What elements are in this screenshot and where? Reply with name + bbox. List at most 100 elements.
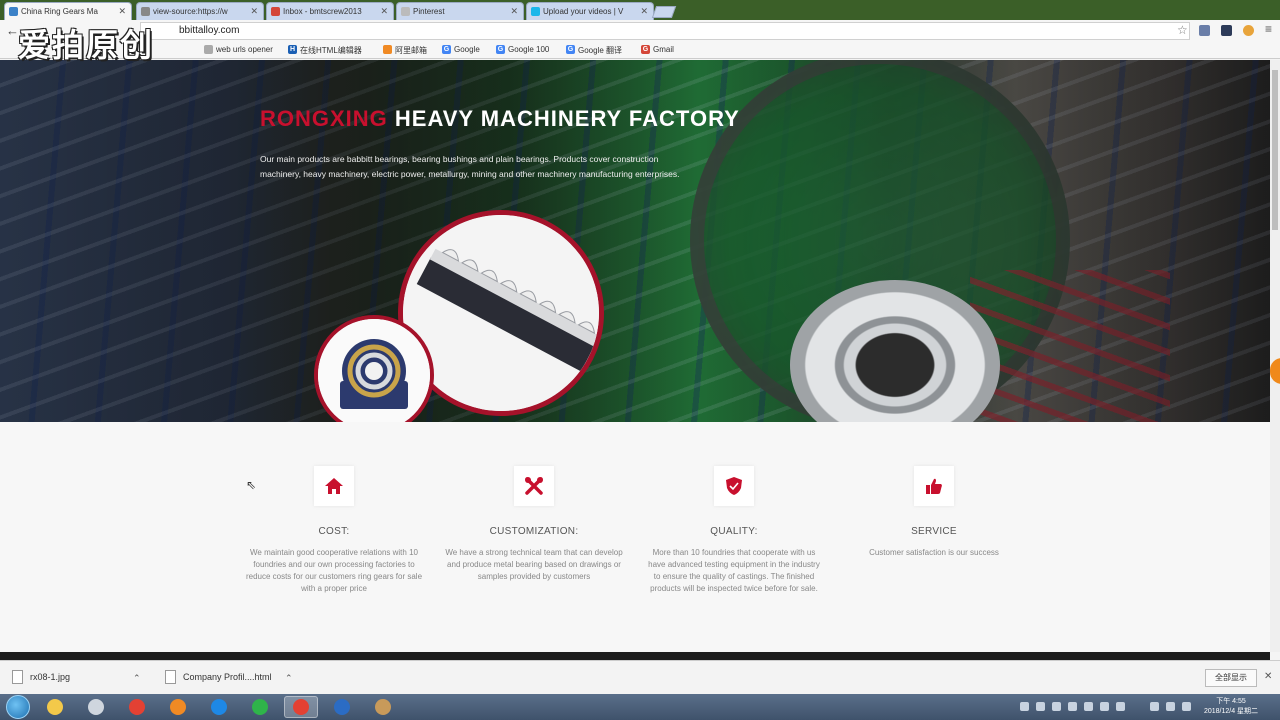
- bookmark-label: web urls opener: [216, 45, 273, 54]
- download-item[interactable]: rx08-1.jpg: [12, 670, 71, 684]
- feature-title: QUALITY:: [710, 526, 758, 537]
- download-item[interactable]: Company Profil....html: [165, 670, 272, 684]
- browser-toolbar: ← bbittalloy.com ☆ ≡: [0, 20, 1280, 42]
- shield-icon: [726, 477, 742, 495]
- app-green-icon: [252, 699, 268, 715]
- close-tab-icon[interactable]: ✕: [510, 6, 518, 17]
- bookmark-label: Google 翻译: [578, 46, 623, 55]
- taskbar-app-word[interactable]: [325, 696, 359, 718]
- bookmark-item[interactable]: 阿里邮箱: [383, 45, 427, 56]
- app-s-icon: [211, 699, 227, 715]
- tab-favicon-icon: [141, 7, 150, 16]
- show-all-downloads-button[interactable]: 全部显示: [1205, 669, 1257, 687]
- tray-icon[interactable]: [1020, 702, 1029, 711]
- bookmarks-bar: web urls opener H 在线HTML编辑器 阿里邮箱 G Google …: [0, 42, 1280, 59]
- taskbar-app-firefox[interactable]: [161, 696, 195, 718]
- feature-icon-box: [714, 466, 754, 506]
- start-button[interactable]: [6, 695, 30, 719]
- bookmark-icon: H: [288, 45, 297, 54]
- bookmark-item[interactable]: G Google: [442, 45, 480, 54]
- taskbar-app-media[interactable]: [366, 696, 400, 718]
- tab-title: China Ring Gears Ma: [21, 7, 98, 16]
- network-icon[interactable]: [1166, 702, 1175, 711]
- tab-favicon-icon: [271, 7, 280, 16]
- taskbar-app-chrome[interactable]: [120, 696, 154, 718]
- device-icon: [88, 699, 104, 715]
- bookmark-icon: G: [566, 45, 575, 54]
- windows-taskbar: 下午 4:55 2018/12/4 星期二: [0, 694, 1280, 720]
- volume-icon[interactable]: [1150, 702, 1159, 711]
- feature-quality: QUALITY: More than 10 foundries that coo…: [644, 466, 824, 595]
- tray-icon[interactable]: [1036, 702, 1045, 711]
- extension-icon[interactable]: [1243, 25, 1254, 36]
- flag-icon[interactable]: [1182, 702, 1191, 711]
- feature-title: COST:: [318, 526, 350, 537]
- taskbar-app-app-s[interactable]: [202, 696, 236, 718]
- chevron-up-icon[interactable]: ⌃: [133, 673, 141, 684]
- bookmark-label: 在线HTML编辑器: [300, 46, 362, 55]
- taskbar-app-chrome-active[interactable]: [284, 696, 318, 718]
- tray-icon[interactable]: [1068, 702, 1077, 711]
- browser-menu-icon[interactable]: ≡: [1265, 22, 1272, 36]
- bookmark-item[interactable]: web urls opener: [204, 45, 273, 54]
- feature-icon-box: [514, 466, 554, 506]
- bookmark-icon: G: [496, 45, 505, 54]
- bookmark-item[interactable]: H 在线HTML编辑器: [288, 45, 362, 56]
- chevron-up-icon[interactable]: ⌃: [285, 673, 293, 684]
- tray-icon[interactable]: [1052, 702, 1061, 711]
- close-tab-icon[interactable]: ✕: [118, 6, 126, 17]
- taskbar-app-device[interactable]: [79, 696, 113, 718]
- tray-icon[interactable]: [1100, 702, 1109, 711]
- close-tab-icon[interactable]: ✕: [380, 6, 388, 17]
- tab-favicon-icon: [9, 7, 18, 16]
- address-bar[interactable]: bbittalloy.com: [140, 22, 1190, 40]
- scrollbar-thumb[interactable]: [1272, 70, 1278, 230]
- tab-pinterest[interactable]: Pinterest ✕: [396, 2, 524, 20]
- bookmark-icon: [383, 45, 392, 54]
- features-section: COST: We maintain good cooperative relat…: [0, 422, 1270, 652]
- thumbs-up-icon: [926, 478, 942, 494]
- tab-title: Upload your videos | V: [543, 7, 624, 16]
- bookmark-label: Gmail: [653, 45, 674, 54]
- tab-view-source[interactable]: view-source:https://w ✕: [136, 2, 264, 20]
- hero-title-accent: RONGXING: [260, 106, 388, 131]
- tab-title: view-source:https://w: [153, 7, 228, 16]
- tools-icon: [525, 477, 543, 495]
- bookmark-star-icon[interactable]: ☆: [1177, 23, 1188, 37]
- taskbar-app-explorer[interactable]: [38, 696, 72, 718]
- feature-title: CUSTOMIZATION:: [489, 526, 579, 537]
- taskbar-app-app-green[interactable]: [243, 696, 277, 718]
- download-filename: Company Profil....html: [183, 672, 272, 682]
- tray-icon[interactable]: [1116, 702, 1125, 711]
- bookmark-item[interactable]: G Google 100: [496, 45, 549, 54]
- bookmark-icon: G: [442, 45, 451, 54]
- tab-favicon-icon: [531, 7, 540, 16]
- clock-time: 下午 4:55: [1216, 698, 1246, 705]
- tab-inbox[interactable]: Inbox - bmtscrew2013 ✕: [266, 2, 394, 20]
- extension-icon[interactable]: [1199, 25, 1210, 36]
- system-clock[interactable]: 下午 4:55 2018/12/4 星期二: [1196, 697, 1266, 717]
- bookmark-item[interactable]: G Google 翻译: [566, 45, 622, 56]
- tab-upload-videos[interactable]: Upload your videos | V ✕: [526, 2, 654, 20]
- close-tab-icon[interactable]: ✕: [250, 6, 258, 17]
- new-tab-button[interactable]: [651, 6, 677, 18]
- download-filename: rx08-1.jpg: [30, 672, 71, 682]
- feature-icon-box: [914, 466, 954, 506]
- file-icon: [12, 670, 23, 684]
- tab-title: Pinterest: [413, 7, 445, 16]
- page-scrollbar[interactable]: [1270, 60, 1280, 652]
- close-tab-icon[interactable]: ✕: [640, 6, 648, 17]
- hero-title: RONGXING HEAVY MACHINERY FACTORY: [260, 106, 740, 132]
- tab-china-ring-gears[interactable]: China Ring Gears Ma ✕: [4, 2, 132, 20]
- feature-text: We have a strong technical team that can…: [445, 548, 623, 581]
- close-icon[interactable]: ✕: [1264, 671, 1272, 682]
- bookmark-icon: [204, 45, 213, 54]
- tray-icon[interactable]: [1084, 702, 1093, 711]
- extension-icon[interactable]: [1221, 25, 1232, 36]
- file-icon: [165, 670, 176, 684]
- url-text: bbittalloy.com: [179, 25, 240, 36]
- firefox-icon: [170, 699, 186, 715]
- clock-date: 2018/12/4 星期二: [1203, 708, 1259, 715]
- feature-text: More than 10 foundries that cooperate wi…: [648, 548, 820, 593]
- bookmark-item[interactable]: G Gmail: [641, 45, 674, 54]
